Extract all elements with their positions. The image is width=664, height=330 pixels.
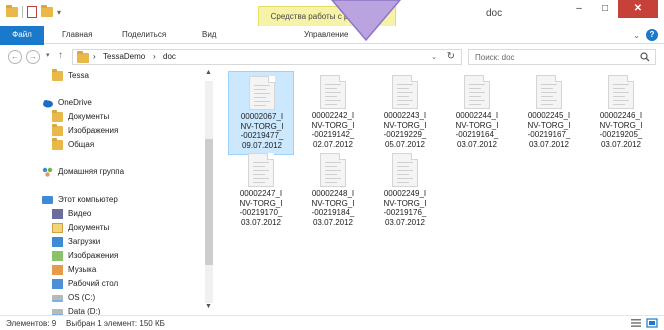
customize-toolbar-icon[interactable]: ▾ bbox=[57, 8, 61, 17]
file-name: 00002244_I NV-TORG_I -00219164_ 03.07.20… bbox=[455, 111, 499, 149]
forward-button[interactable]: → bbox=[26, 50, 40, 64]
drive-icon bbox=[52, 295, 63, 302]
address-dropdown-icon[interactable]: ⌄ bbox=[431, 53, 437, 61]
document-thumbnail-icon bbox=[464, 75, 490, 109]
folder-icon bbox=[52, 69, 63, 81]
file-item[interactable]: 00002244_I NV-TORG_I -00219164_ 03.07.20… bbox=[444, 71, 510, 155]
document-thumbnail-icon bbox=[320, 153, 346, 187]
search-input[interactable] bbox=[475, 52, 625, 63]
separator bbox=[22, 6, 23, 18]
navigation-pane: Tessa OneDrive Документы Изображения Общ… bbox=[0, 69, 216, 315]
address-bar[interactable]: › TessaDemo › doc ⌄ ↻ bbox=[72, 49, 462, 65]
file-list: 00002067_I NV-TORG_I -00219477_ 09.07.20… bbox=[222, 69, 664, 315]
file-item[interactable]: 00002247_I NV-TORG_I -00219170_ 03.07.20… bbox=[228, 149, 294, 233]
expand-ribbon-icon[interactable]: ⌄ bbox=[633, 31, 640, 40]
documents-icon bbox=[52, 223, 63, 233]
file-name: 00002248_I NV-TORG_I -00219184_ 03.07.20… bbox=[311, 189, 355, 227]
up-button[interactable]: ↑ bbox=[58, 50, 63, 61]
document-thumbnail-icon bbox=[320, 75, 346, 109]
refresh-icon[interactable]: ↻ bbox=[447, 51, 455, 62]
breadcrumb-doc[interactable]: doc bbox=[163, 52, 176, 61]
document-thumbnail-icon bbox=[248, 153, 274, 187]
file-name: 00002245_I NV-TORG_I -00219167_ 03.07.20… bbox=[527, 111, 571, 149]
address-row: ← → ▾ ↑ › TessaDemo › doc ⌄ ↻ bbox=[0, 45, 664, 69]
document-thumbnail-icon bbox=[536, 75, 562, 109]
music-icon bbox=[52, 265, 63, 275]
cloud-icon bbox=[43, 100, 53, 108]
folder-icon bbox=[52, 124, 63, 136]
desktop-icon bbox=[52, 279, 63, 289]
window-controls: – □ ✕ bbox=[566, 0, 658, 18]
tab-home[interactable]: Главная bbox=[54, 26, 100, 44]
file-item[interactable]: 00002067_I NV-TORG_I -00219477_ 09.07.20… bbox=[228, 71, 294, 155]
file-name: 00002242_I NV-TORG_I -00219142_ 02.07.20… bbox=[311, 111, 355, 149]
folder-icon bbox=[52, 110, 63, 122]
back-button[interactable]: ← bbox=[8, 50, 22, 64]
item-count: Элементов: 9 bbox=[6, 319, 57, 328]
selection-info: Выбран 1 элемент: 150 КБ bbox=[66, 319, 165, 328]
maximize-button[interactable]: □ bbox=[592, 0, 618, 18]
tab-view[interactable]: Вид bbox=[194, 26, 224, 44]
scroll-up-icon[interactable]: ▲ bbox=[205, 69, 212, 76]
scroll-down-icon[interactable]: ▼ bbox=[205, 303, 212, 310]
new-folder-icon[interactable] bbox=[41, 5, 53, 17]
navigation-scrollbar[interactable]: ▲ ▼ bbox=[202, 69, 216, 315]
video-icon bbox=[52, 209, 63, 219]
folder-icon bbox=[6, 5, 18, 17]
properties-icon[interactable] bbox=[27, 6, 37, 18]
search-box[interactable] bbox=[468, 49, 656, 65]
document-thumbnail-icon bbox=[392, 75, 418, 109]
details-view-icon[interactable] bbox=[630, 318, 642, 328]
ribbon-right-controls: ⌄ ? bbox=[633, 29, 658, 41]
file-item[interactable]: 00002249_I NV-TORG_I -00219176_ 03.07.20… bbox=[372, 149, 438, 233]
document-thumbnail-icon bbox=[392, 153, 418, 187]
close-button[interactable]: ✕ bbox=[618, 0, 658, 18]
document-thumbnail-icon bbox=[608, 75, 634, 109]
folder-icon bbox=[77, 51, 89, 63]
file-item[interactable]: 00002243_I NV-TORG_I -00219229_ 05.07.20… bbox=[372, 71, 438, 155]
view-switcher bbox=[630, 318, 658, 328]
file-name: 00002249_I NV-TORG_I -00219176_ 03.07.20… bbox=[383, 189, 427, 227]
homegroup-icon bbox=[42, 167, 53, 177]
help-icon[interactable]: ? bbox=[646, 29, 658, 41]
status-bar: Элементов: 9 Выбран 1 элемент: 150 КБ bbox=[0, 315, 664, 330]
recent-locations-button[interactable]: ▾ bbox=[46, 51, 50, 59]
window-title: doc bbox=[486, 8, 503, 19]
file-item[interactable]: 00002245_I NV-TORG_I -00219167_ 03.07.20… bbox=[516, 71, 582, 155]
computer-icon bbox=[42, 196, 53, 204]
callout-arrow-icon bbox=[331, 0, 401, 42]
pictures-icon bbox=[52, 251, 63, 261]
file-name: 00002247_I NV-TORG_I -00219170_ 03.07.20… bbox=[239, 189, 283, 227]
breadcrumb-separator[interactable]: › bbox=[93, 52, 96, 61]
file-name: 00002243_I NV-TORG_I -00219229_ 05.07.20… bbox=[383, 111, 427, 149]
quick-access-toolbar: ▾ bbox=[6, 5, 61, 18]
file-name: 00002246_I NV-TORG_I -00219205_ 03.07.20… bbox=[599, 111, 643, 149]
downloads-icon bbox=[52, 237, 63, 247]
file-name: 00002067_I NV-TORG_I -00219477_ 09.07.20… bbox=[240, 112, 284, 150]
file-item[interactable]: 00002248_I NV-TORG_I -00219184_ 03.07.20… bbox=[300, 149, 366, 233]
file-item[interactable]: 00002242_I NV-TORG_I -00219142_ 02.07.20… bbox=[300, 71, 366, 155]
file-item[interactable]: 00002246_I NV-TORG_I -00219205_ 03.07.20… bbox=[588, 71, 654, 155]
breadcrumb-tessademo[interactable]: TessaDemo bbox=[103, 52, 145, 61]
breadcrumb-separator[interactable]: › bbox=[153, 52, 156, 61]
folder-icon bbox=[52, 138, 63, 150]
document-thumbnail-icon bbox=[249, 76, 275, 110]
search-icon[interactable] bbox=[640, 52, 650, 62]
minimize-button[interactable]: – bbox=[566, 0, 592, 18]
tab-share[interactable]: Поделиться bbox=[114, 26, 174, 44]
scroll-thumb[interactable] bbox=[205, 139, 213, 265]
large-icons-view-icon[interactable] bbox=[646, 318, 658, 328]
